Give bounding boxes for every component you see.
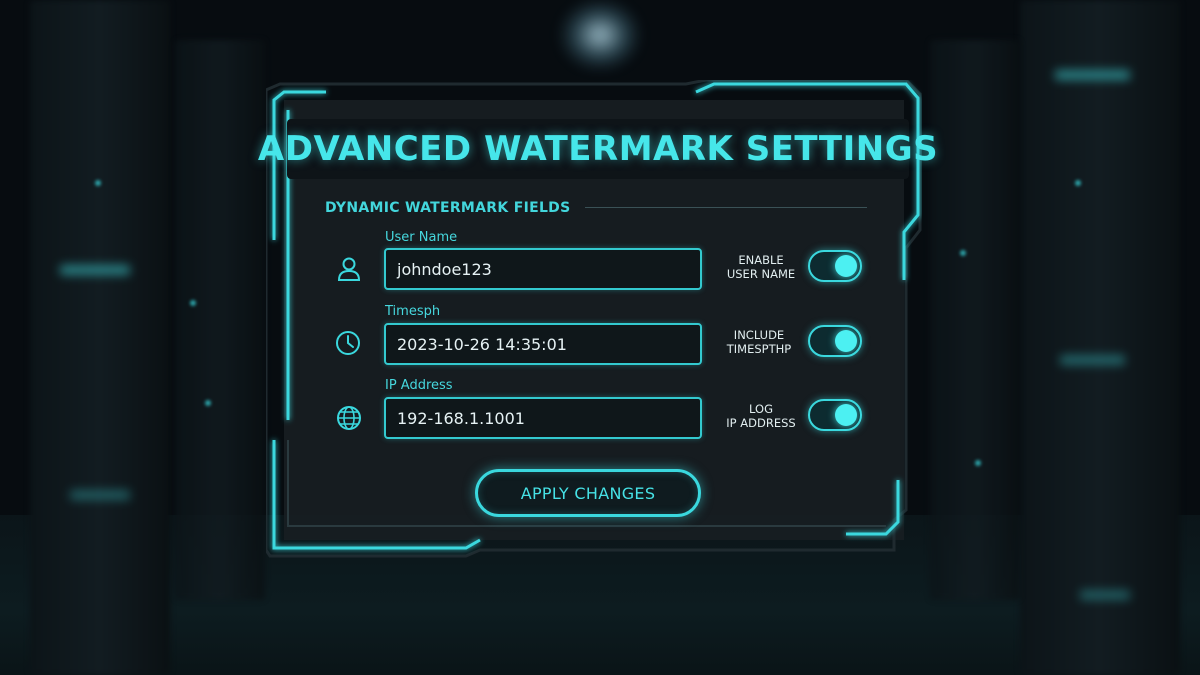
user-name-value: johndoe123 — [397, 259, 492, 279]
rack-light — [1055, 70, 1130, 80]
rack-led — [1075, 180, 1081, 186]
rack-light — [1080, 590, 1130, 600]
title-bar: ADVANCED WATERMARK SETTINGS — [258, 119, 938, 179]
timestamp-value: 2023-10-26 14:35:01 — [397, 334, 567, 354]
rack-light — [70, 490, 130, 500]
ceiling-light — [560, 0, 640, 70]
user-name-label: User Name — [385, 230, 458, 245]
rack-light — [1060, 355, 1125, 365]
include-timestamp-toggle[interactable] — [808, 325, 862, 357]
page-title: ADVANCED WATERMARK SETTINGS — [257, 129, 939, 169]
server-rack-left-back — [175, 40, 265, 600]
toggle-label-line: ENABLE — [738, 253, 784, 267]
toggle-label-line: IP ADDRESS — [726, 416, 796, 430]
toggle-knob — [835, 330, 857, 352]
user-icon — [337, 257, 361, 281]
rack-led — [205, 400, 211, 406]
log-ip-address-toggle[interactable] — [808, 399, 862, 431]
timestamp-label: Timesph — [385, 304, 441, 319]
include-timestamp-label: INCLUDE TIMESPTHP — [704, 328, 814, 356]
enable-user-name-toggle[interactable] — [808, 250, 862, 282]
toggle-label-line: INCLUDE — [733, 328, 785, 342]
rack-light — [60, 265, 130, 275]
timestamp-input[interactable]: 2023-10-26 14:35:01 — [384, 323, 702, 365]
toggle-knob — [835, 255, 857, 277]
section-header: DYNAMIC WATERMARK FIELDS — [325, 200, 571, 216]
toggle-label-line: LOG — [749, 402, 773, 416]
ip-address-value: 192-168.1.1001 — [397, 408, 525, 428]
server-rack-left — [30, 0, 170, 675]
server-rack-right-back — [930, 40, 1020, 600]
log-ip-address-label: LOG IP ADDRESS — [706, 402, 816, 430]
toggle-label-line: USER NAME — [726, 267, 796, 281]
toggle-knob — [835, 404, 857, 426]
rack-led — [960, 250, 966, 256]
ip-address-label: IP Address — [385, 378, 453, 393]
user-name-input[interactable]: johndoe123 — [384, 248, 702, 290]
rack-led — [95, 180, 101, 186]
clock-icon — [336, 331, 360, 355]
toggle-label-line: TIMESPTHP — [726, 342, 792, 356]
server-rack-right — [1020, 0, 1180, 675]
globe-icon — [337, 406, 361, 430]
ip-address-input[interactable]: 192-168.1.1001 — [384, 397, 702, 439]
rack-led — [975, 460, 981, 466]
apply-changes-button[interactable]: APPLY CHANGES — [475, 469, 701, 517]
enable-user-name-label: ENABLE USER NAME — [706, 253, 816, 281]
rack-led — [190, 300, 196, 306]
section-divider — [585, 207, 867, 208]
